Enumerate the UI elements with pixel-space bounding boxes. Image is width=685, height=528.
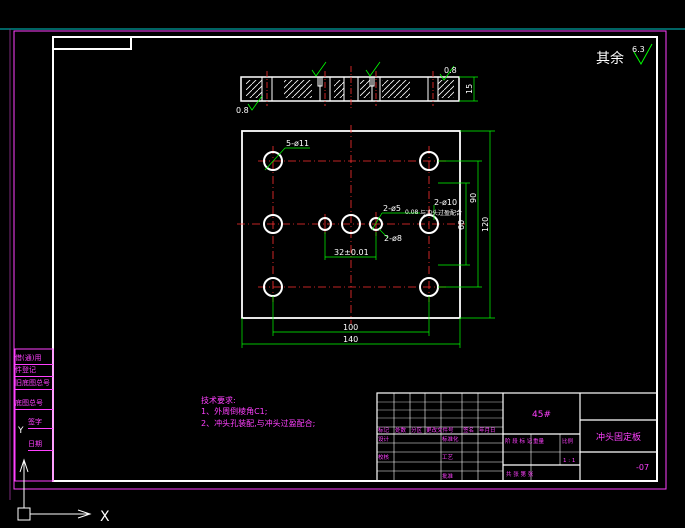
roughness-label: 其余 bbox=[596, 50, 624, 67]
tb-scale: 比例 bbox=[562, 437, 574, 445]
dim-90: 90 bbox=[469, 193, 478, 203]
tb-process: 工艺 bbox=[442, 454, 454, 461]
holes-2a-tol: 0.08 bbox=[405, 209, 419, 216]
tb-sheet: 共 张 第 张 bbox=[506, 470, 534, 478]
tech-notes-line2: 2、冲头孔装配,与冲头过盈配合; bbox=[201, 419, 316, 428]
tb-design: 设计 bbox=[378, 435, 390, 443]
tech-notes-line1: 1、外周倒棱角C1; bbox=[201, 407, 268, 416]
holes-2b-label: 2-ø8 bbox=[384, 234, 402, 243]
dim-60: 60 bbox=[457, 220, 466, 230]
tb-count: 处数 bbox=[395, 426, 407, 434]
tb-sign: 签名 bbox=[463, 426, 474, 434]
tb-stage: 阶 段 标 记 bbox=[505, 437, 533, 445]
cad-drawing-canvas[interactable]: 0.8 0.8 15 5-ø11 2-ø5 0.08 2-ø8 2-ø10 与冲… bbox=[0, 0, 685, 528]
holes-2a-label: 2-ø5 bbox=[383, 204, 401, 213]
tb-date: 年月日 bbox=[479, 426, 496, 434]
tb-standard: 标准化 bbox=[442, 435, 459, 443]
drawing-frame bbox=[52, 36, 658, 482]
tb-check: 校核 bbox=[378, 453, 390, 461]
axis-y-label: Y bbox=[17, 426, 24, 436]
tb-mark: 标记 bbox=[378, 426, 390, 434]
side-view bbox=[240, 61, 478, 111]
code-box bbox=[52, 36, 132, 50]
side-table-label: 旧底图总号 bbox=[15, 379, 50, 387]
side-table-row: 旧底图总号 bbox=[15, 377, 53, 390]
side-view-roughness-right: 0.8 bbox=[444, 66, 457, 75]
side-table-label: 件登记 bbox=[15, 366, 36, 374]
spacing-dim: 32±0.01 bbox=[334, 248, 369, 257]
tb-scale-val: 1 : 1 bbox=[563, 458, 575, 464]
sheet-border bbox=[13, 30, 667, 490]
dim-140: 140 bbox=[343, 335, 358, 344]
dim-100: 100 bbox=[343, 323, 358, 332]
tb-change: 更改文件号 bbox=[426, 426, 454, 434]
holes-2c-note: 与冲头过盈配合 bbox=[420, 209, 462, 217]
tech-notes-title: 技术要求: bbox=[201, 396, 236, 405]
side-view-height-dim: 15 bbox=[465, 84, 474, 94]
dim-120: 120 bbox=[481, 217, 490, 232]
side-table-label: 日期 bbox=[28, 440, 42, 448]
axis-x-label: X bbox=[100, 509, 110, 525]
holes-2c-label: 2-ø10 bbox=[434, 198, 457, 207]
tb-approve: 批准 bbox=[442, 472, 454, 480]
holes-5-label: 5-ø11 bbox=[286, 139, 309, 148]
side-table-row: 签字 bbox=[28, 416, 53, 429]
tb-weight: 重量 bbox=[533, 437, 545, 445]
side-table-label: 借(通)用 bbox=[15, 354, 42, 362]
side-view-roughness-left: 0.8 bbox=[236, 106, 249, 115]
side-table-label: 签字 bbox=[28, 418, 42, 426]
side-table-row: 件登记 bbox=[15, 364, 53, 377]
side-table-label: 底图总号 bbox=[15, 399, 43, 407]
plan-view bbox=[237, 125, 495, 348]
tb-material: 45# bbox=[532, 410, 551, 420]
tb-part-name: 冲头固定板 bbox=[596, 431, 641, 443]
roughness-value: 6.3 bbox=[632, 45, 645, 54]
tb-zone: 分区 bbox=[411, 426, 423, 434]
tb-drawing-no: -07 bbox=[636, 463, 649, 472]
side-table-row: 底图总号 bbox=[15, 397, 53, 410]
side-table-row: 日期 bbox=[28, 438, 53, 451]
